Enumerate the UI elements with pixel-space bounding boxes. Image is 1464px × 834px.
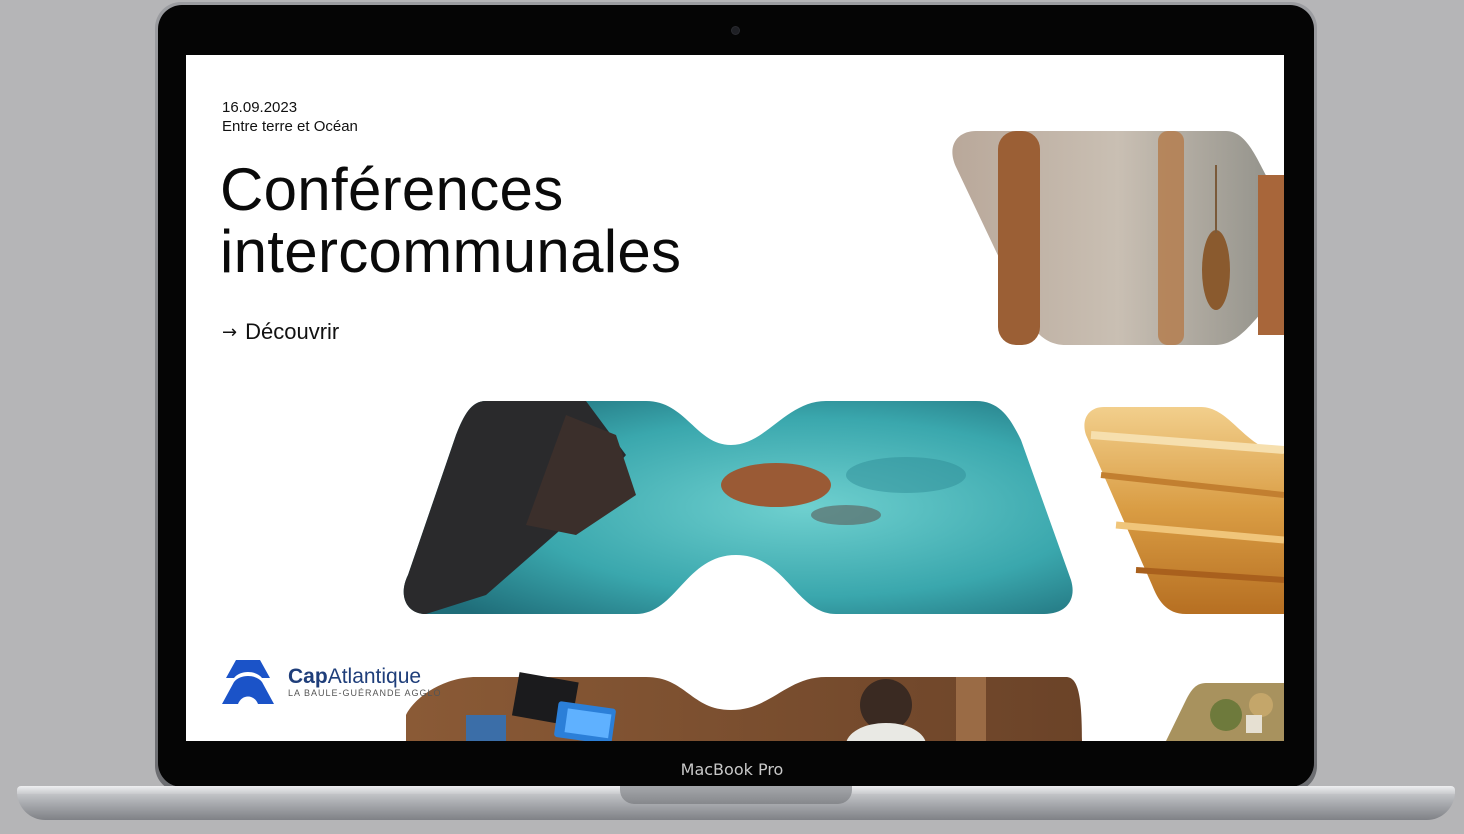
logo-tagline: LA BAULE-GUÉRANDE AGGLO — [288, 688, 442, 698]
page-title: Conférences intercommunales — [220, 159, 681, 283]
capatlantique-logo[interactable]: CapAtlantique LA BAULE-GUÉRANDE AGGLO — [222, 658, 442, 706]
logo-name: CapAtlantique — [288, 665, 422, 688]
rocky-coast-photo — [403, 401, 1073, 614]
discover-label: Découvrir — [245, 319, 340, 344]
event-date: 16.09.2023 — [222, 99, 298, 116]
trackpad-notch — [620, 786, 852, 804]
workspace-photo — [406, 672, 1082, 741]
title-line-2: intercommunales — [220, 218, 682, 285]
crepes-photo — [1084, 407, 1284, 614]
landscape-photo — [1166, 683, 1284, 741]
capatlantique-logo-mark-icon — [222, 660, 274, 704]
discover-link[interactable]: → Découvrir — [222, 319, 339, 345]
device-label: MacBook Pro — [680, 760, 784, 779]
event-subtitle: Entre terre et Océan — [222, 118, 358, 135]
title-line-1: Conférences — [220, 156, 564, 223]
screen: 16.09.2023 Entre terre et Océan Conféren… — [186, 55, 1284, 741]
camera-icon — [732, 27, 739, 34]
reeds-photo — [952, 131, 1284, 345]
arrow-right-icon: → — [222, 321, 238, 343]
